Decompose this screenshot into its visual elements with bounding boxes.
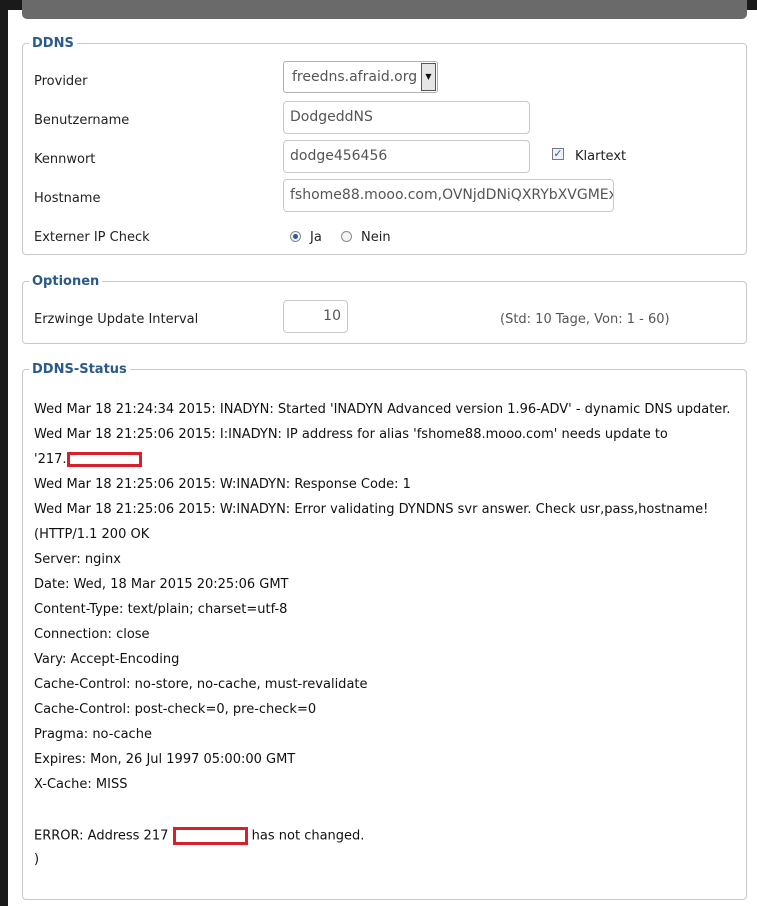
status-log-line: Cache-Control: post-check=0, pre-check=0 [34, 702, 317, 717]
password-label: Kennwort [34, 152, 96, 167]
status-log-line: Wed Mar 18 21:25:06 2015: W:INADYN: Erro… [34, 502, 709, 517]
status-error-line: ERROR: Address 217 has not changed. [34, 827, 364, 845]
status-log-line: X-Cache: MISS [34, 777, 128, 792]
status-legend: DDNS-Status [32, 362, 127, 377]
ddns-legend: DDNS [32, 36, 74, 51]
status-log-line: Wed Mar 18 21:25:06 2015: W:INADYN: Resp… [34, 477, 411, 492]
ip-check-yes-radio[interactable] [290, 231, 301, 242]
status-log-line: '217. [34, 452, 142, 467]
ip-check-no-radio[interactable] [341, 231, 352, 242]
username-input[interactable]: DodgeddNS [283, 101, 530, 134]
options-fieldset: Optionen Erzwinge Update Interval 10 (St… [22, 274, 747, 344]
status-error-prefix: ERROR: Address 217 [34, 828, 169, 844]
ip-check-label: Externer IP Check [34, 230, 150, 245]
hostname-input[interactable]: fshome88.mooo.com,OVNjdDNiQXRYbXVGMExs [283, 179, 614, 212]
status-log-line: Date: Wed, 18 Mar 2015 20:25:06 GMT [34, 577, 289, 592]
status-log-line: Server: nginx [34, 552, 121, 567]
window-left-edge [0, 0, 8, 906]
chevron-down-icon[interactable]: ▼ [421, 63, 436, 91]
hostname-label: Hostname [34, 191, 101, 206]
options-legend: Optionen [32, 274, 100, 289]
status-log-line: (HTTP/1.1 200 OK [34, 527, 150, 542]
status-error-suffix: has not changed. [251, 828, 365, 844]
status-closing-line: ) [34, 852, 40, 867]
provider-select-value: freedns.afraid.org [292, 69, 418, 85]
plaintext-checkbox[interactable]: ✓ [552, 148, 564, 160]
status-log-line: Content-Type: text/plain; charset=utf-8 [34, 602, 288, 617]
interval-hint: (Std: 10 Tage, Von: 1 - 60) [500, 312, 670, 327]
interval-input[interactable]: 10 [283, 300, 348, 333]
status-ip-prefix: '217. [34, 452, 67, 467]
status-log-line: Wed Mar 18 21:25:06 2015: I:INADYN: IP a… [34, 427, 668, 442]
ddns-fieldset: DDNS Provider freedns.afraid.org ▼ Benut… [22, 36, 747, 255]
status-log-line: Expires: Mon, 26 Jul 1997 05:00:00 GMT [34, 752, 296, 767]
status-log-line: Connection: close [34, 627, 150, 642]
redaction-box [66, 452, 142, 467]
status-log-line: Cache-Control: no-store, no-cache, must-… [34, 677, 368, 692]
provider-label: Provider [34, 74, 88, 89]
status-log-line: Vary: Accept-Encoding [34, 652, 180, 667]
status-log-line: Pragma: no-cache [34, 727, 152, 742]
status-fieldset: DDNS-Status Wed Mar 18 21:24:34 2015: IN… [22, 362, 747, 900]
plaintext-label: Klartext [575, 149, 627, 164]
status-log-line: Wed Mar 18 21:24:34 2015: INADYN: Starte… [34, 402, 731, 417]
ip-check-yes-label: Ja [310, 230, 322, 245]
redaction-box [172, 827, 248, 845]
section-header-bar [22, 0, 747, 19]
username-label: Benutzername [34, 113, 130, 128]
ip-check-no-label: Nein [361, 230, 391, 245]
interval-label: Erzwinge Update Interval [34, 312, 199, 327]
password-input[interactable]: dodge456456 [283, 140, 530, 173]
provider-select[interactable]: freedns.afraid.org ▼ [283, 61, 438, 93]
